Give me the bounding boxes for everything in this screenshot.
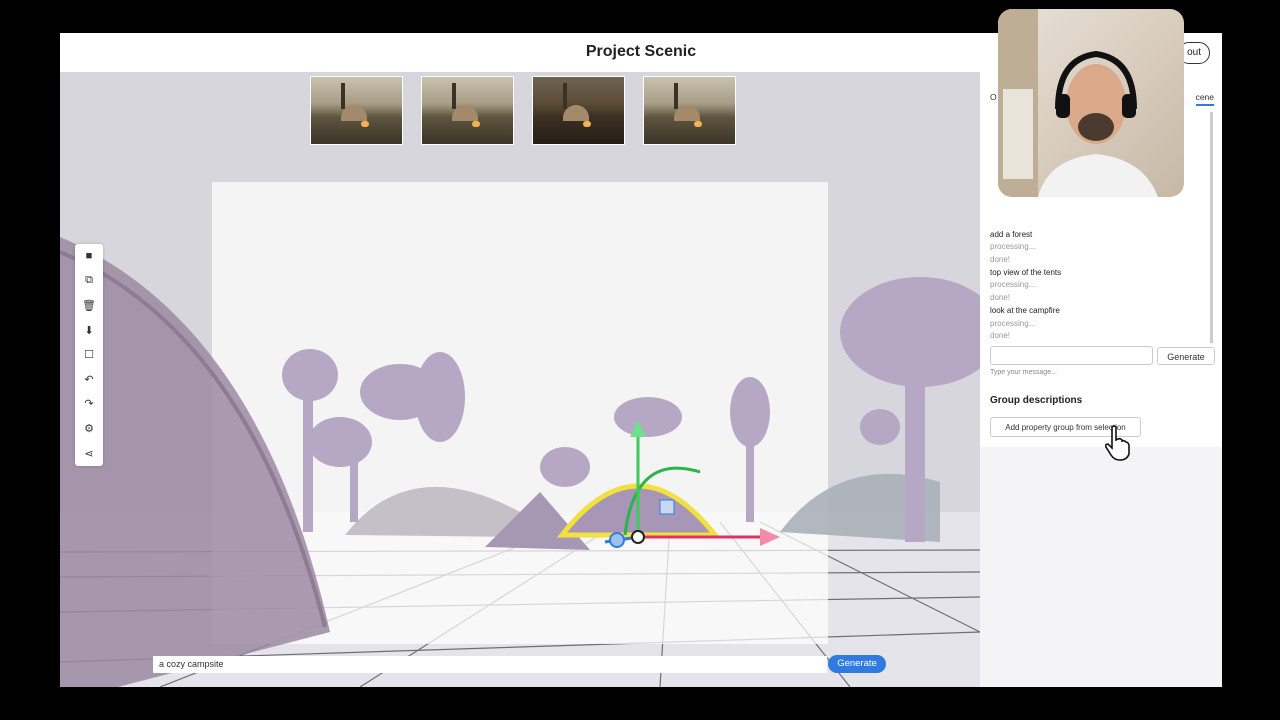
chat-user-message: top view of the tents <box>990 267 1062 277</box>
undo-icon[interactable]: ↶ <box>75 367 103 392</box>
chat-status-message: done! <box>990 293 1011 303</box>
thumbnail-3[interactable] <box>532 76 625 145</box>
chat-status-message: processing... <box>990 242 1036 252</box>
thumbnail-4[interactable] <box>643 76 736 145</box>
chat-message-input[interactable] <box>990 346 1153 365</box>
trash-icon[interactable]: 🗑 <box>75 293 103 318</box>
download-icon[interactable]: ⬇ <box>75 318 103 343</box>
panel-lower-area <box>980 447 1222 687</box>
3d-viewport[interactable]: ■ ⧉ 🗑 ⬇ ☐ ↶ ↷ ⚙ ⋖ a cozy campsite Generate <box>60 72 980 687</box>
generate-scene-button[interactable]: Generate <box>828 655 886 673</box>
tab-scene[interactable]: cene <box>1195 92 1214 106</box>
group-descriptions-heading: Group descriptions <box>990 395 1083 406</box>
chat-generate-button[interactable]: Generate <box>1157 347 1215 365</box>
chat-user-message: add a forest <box>990 229 1033 239</box>
chat-user-message: look at the campfire <box>990 305 1060 315</box>
presenter-video <box>998 9 1158 197</box>
box-icon[interactable]: ☐ <box>75 342 103 367</box>
redo-icon[interactable]: ↷ <box>75 392 103 417</box>
webcam-overlay <box>998 9 1184 197</box>
chat-status-message: done! <box>990 255 1011 265</box>
chat-status-message: processing... <box>990 318 1036 328</box>
thumbnail-1[interactable] <box>310 76 403 145</box>
scene-canvas[interactable] <box>60 72 980 687</box>
tab-left[interactable]: O <box>990 92 997 102</box>
gizmo-plane-handle <box>659 499 675 515</box>
thumbnail-2[interactable] <box>421 76 514 145</box>
share-icon[interactable]: ⋖ <box>75 441 103 466</box>
duplicate-icon[interactable]: ⧉ <box>75 269 103 294</box>
scene-prompt-input[interactable]: a cozy campsite <box>153 656 827 673</box>
chat-status-message: done! <box>990 331 1011 341</box>
variation-thumbnails <box>310 76 736 145</box>
chat-status-message: processing... <box>990 280 1036 290</box>
chat-input-hint: Type your message... <box>990 369 1057 376</box>
camera-icon[interactable]: ■ <box>75 244 103 269</box>
gizmo-z-handle <box>609 532 625 548</box>
gizmo-center <box>631 530 645 544</box>
tool-palette: ■ ⧉ 🗑 ⬇ ☐ ↶ ↷ ⚙ ⋖ <box>75 244 103 466</box>
settings-icon[interactable]: ⚙ <box>75 416 103 441</box>
hand-cursor-icon <box>1104 425 1130 461</box>
